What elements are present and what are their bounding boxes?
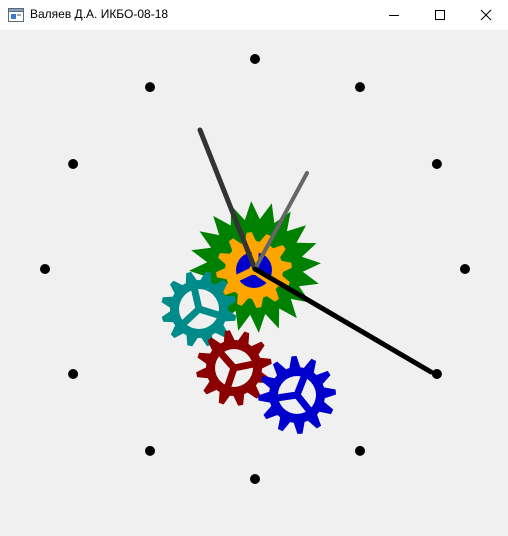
clock-scene [40,54,470,484]
gears [161,201,336,434]
hour-marker [431,369,442,379]
hour-marker [145,445,155,456]
gear-spoke [190,284,203,313]
title-bar[interactable]: Валяев Д.А. ИКБО-08-18 [0,0,508,30]
hour-marker [40,264,50,274]
hour-marker [145,82,155,93]
minimize-button[interactable] [371,0,417,30]
maximize-button[interactable] [417,0,463,30]
application-window: Валяев Д.А. ИКБО-08-18 [0,0,508,536]
close-button[interactable] [463,0,508,30]
hour-marker [431,159,442,169]
minimize-icon [388,9,400,21]
close-icon [480,9,492,21]
blue-gear [258,356,336,434]
window-title: Валяев Д.А. ИКБО-08-18 [30,7,169,21]
minute-hand [252,266,434,375]
hour-marker [355,445,365,456]
hour-marker [460,264,470,274]
hour-marker [68,159,79,169]
hour-marker [68,369,79,379]
maximize-icon [434,9,446,21]
hour-marker [250,474,260,484]
app-icon [8,8,24,22]
hour-marker [250,54,260,64]
hour-marker [355,82,365,93]
clock-canvas [0,30,508,536]
